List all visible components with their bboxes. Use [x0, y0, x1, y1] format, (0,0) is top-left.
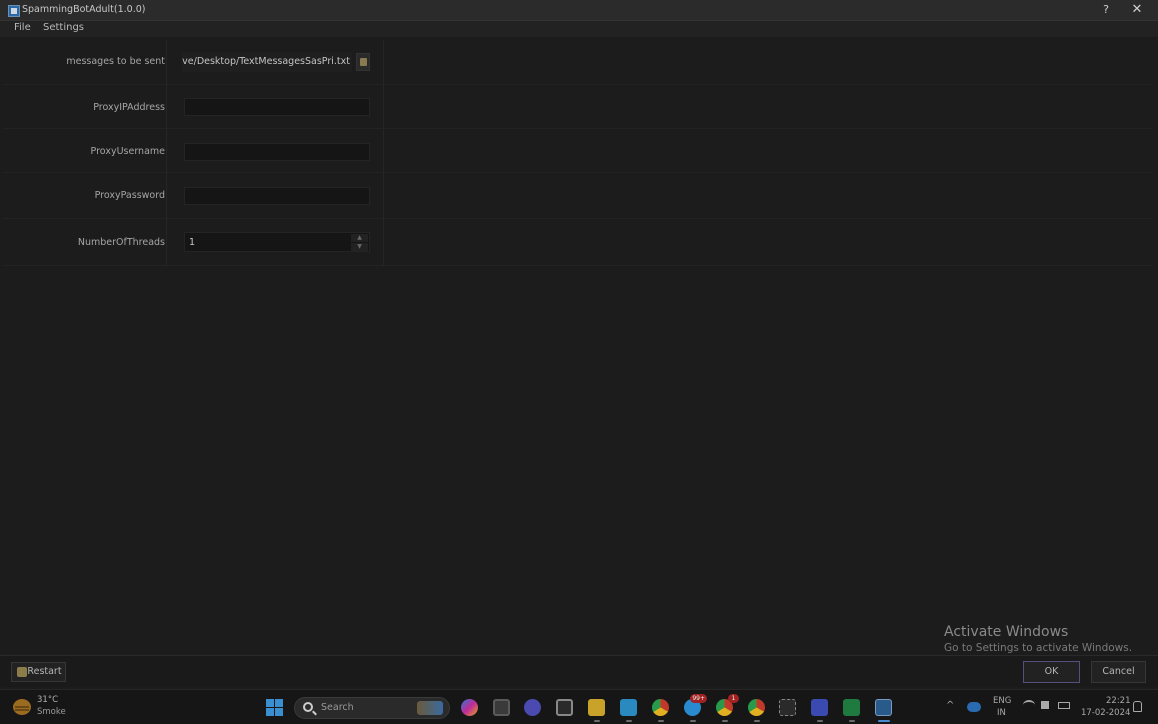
copilot-icon[interactable] [461, 699, 478, 716]
settings-form: messages to be sent C:/Users/User/OneDri… [3, 40, 1153, 268]
proxy-username-label: ProxyUsername [90, 146, 165, 157]
activation-watermark: Activate Windows Go to Settings to activ… [944, 624, 1132, 654]
spamming-bot-app-icon[interactable] [875, 699, 892, 716]
close-button[interactable]: ✕ [1128, 2, 1146, 18]
clock-time[interactable]: 22:21 [1106, 696, 1131, 706]
language-top[interactable]: ENG [993, 696, 1011, 706]
help-button[interactable]: ? [1098, 2, 1114, 18]
dialog-button-bar: Restart OK Cancel [0, 655, 1158, 687]
remote-desktop-icon[interactable] [811, 699, 828, 716]
chrome-profile-icon[interactable]: 1 [716, 694, 739, 716]
spin-down-icon[interactable]: ▼ [351, 243, 368, 251]
task-view-icon[interactable] [493, 699, 510, 716]
chrome-badge: 1 [728, 694, 739, 703]
folder-icon [360, 58, 367, 66]
threads-spinbox[interactable]: 1 ▲ ▼ [184, 232, 370, 252]
ok-button[interactable]: OK [1023, 661, 1080, 683]
language-bottom[interactable]: IN [997, 708, 1006, 718]
row-messages: messages to be sent C:/Users/User/OneDri… [3, 40, 1153, 85]
battery-icon[interactable] [1058, 702, 1070, 709]
taskbar: 31°C Smoke Search 99+ 1 ^ ENG IN 22:21 1… [0, 689, 1158, 724]
notification-bell-icon[interactable] [1133, 701, 1142, 712]
proxy-username-input[interactable] [184, 143, 370, 161]
snipping-tool-icon[interactable] [779, 699, 796, 716]
weather-description[interactable]: Smoke [37, 707, 66, 717]
teams-chat-icon[interactable] [524, 699, 541, 716]
running-indicator [594, 720, 600, 722]
restart-icon [17, 667, 27, 677]
running-indicator [817, 720, 823, 722]
chrome-profile-2-icon[interactable] [748, 699, 765, 716]
taskbar-search-box[interactable]: Search [294, 697, 450, 719]
restart-button[interactable]: Restart [11, 662, 66, 682]
messages-path-text: C:/Users/User/OneDrive/Desktop/TextMessa… [182, 56, 350, 67]
watermark-subtitle: Go to Settings to activate Windows. [944, 642, 1133, 654]
threads-value: 1 [189, 237, 196, 248]
row-proxy-ip: ProxyIPAddress [3, 85, 1153, 129]
proxy-ip-input[interactable] [184, 98, 370, 116]
running-indicator [754, 720, 760, 722]
proxy-ip-label: ProxyIPAddress [93, 102, 165, 113]
search-highlight-icon [417, 701, 443, 715]
messages-path-field[interactable]: C:/Users/User/OneDrive/Desktop/TextMessa… [182, 52, 352, 72]
running-indicator [722, 720, 728, 722]
weather-temperature[interactable]: 31°C [37, 695, 58, 705]
file-explorer-icon[interactable] [588, 699, 605, 716]
menu-settings[interactable]: Settings [43, 22, 84, 33]
excel-icon[interactable] [843, 699, 860, 716]
weather-icon[interactable] [13, 699, 31, 715]
telegram-badge: 99+ [690, 694, 707, 703]
row-threads: NumberOfThreads [3, 219, 1153, 266]
chrome-icon[interactable] [652, 699, 669, 716]
running-indicator [849, 720, 855, 722]
start-windows-icon[interactable] [266, 699, 283, 716]
running-indicator [626, 720, 632, 722]
clock-date[interactable]: 17-02-2024 [1081, 708, 1130, 718]
spin-up-icon[interactable]: ▲ [351, 234, 368, 242]
proxy-password-label: ProxyPassword [94, 190, 165, 201]
search-icon [303, 702, 313, 712]
notepad-icon[interactable] [620, 699, 637, 716]
running-indicator [658, 720, 664, 722]
speaker-icon[interactable] [1041, 701, 1049, 709]
search-placeholder: Search [321, 702, 354, 713]
store-icon[interactable] [556, 699, 573, 716]
browse-file-button[interactable] [356, 53, 370, 71]
restart-label: Restart [27, 666, 62, 677]
window-title: SpammingBotAdult(1.0.0) [22, 4, 146, 15]
messages-label: messages to be sent [66, 56, 165, 67]
desktop-screen: SpammingBotAdult(1.0.0) ? ✕ File Setting… [0, 0, 1158, 724]
active-app-indicator [878, 720, 890, 722]
telegram-icon[interactable]: 99+ [684, 694, 707, 716]
onedrive-icon[interactable] [967, 702, 981, 712]
running-indicator [690, 720, 696, 722]
threads-label: NumberOfThreads [77, 237, 165, 248]
menu-file[interactable]: File [14, 22, 31, 33]
app-icon [8, 5, 20, 17]
watermark-title: Activate Windows [944, 624, 1069, 640]
window-title-bar: SpammingBotAdult(1.0.0) ? ✕ [0, 0, 1158, 21]
show-hidden-icons-chevron[interactable]: ^ [946, 700, 954, 711]
row-proxy-username: ProxyUsername [3, 129, 1153, 173]
wifi-icon[interactable] [1023, 700, 1035, 710]
cancel-button[interactable]: Cancel [1091, 661, 1146, 683]
menu-bar: File Settings [0, 21, 1158, 37]
row-proxy-password: ProxyPassword [3, 173, 1153, 219]
proxy-password-input[interactable] [184, 187, 370, 205]
